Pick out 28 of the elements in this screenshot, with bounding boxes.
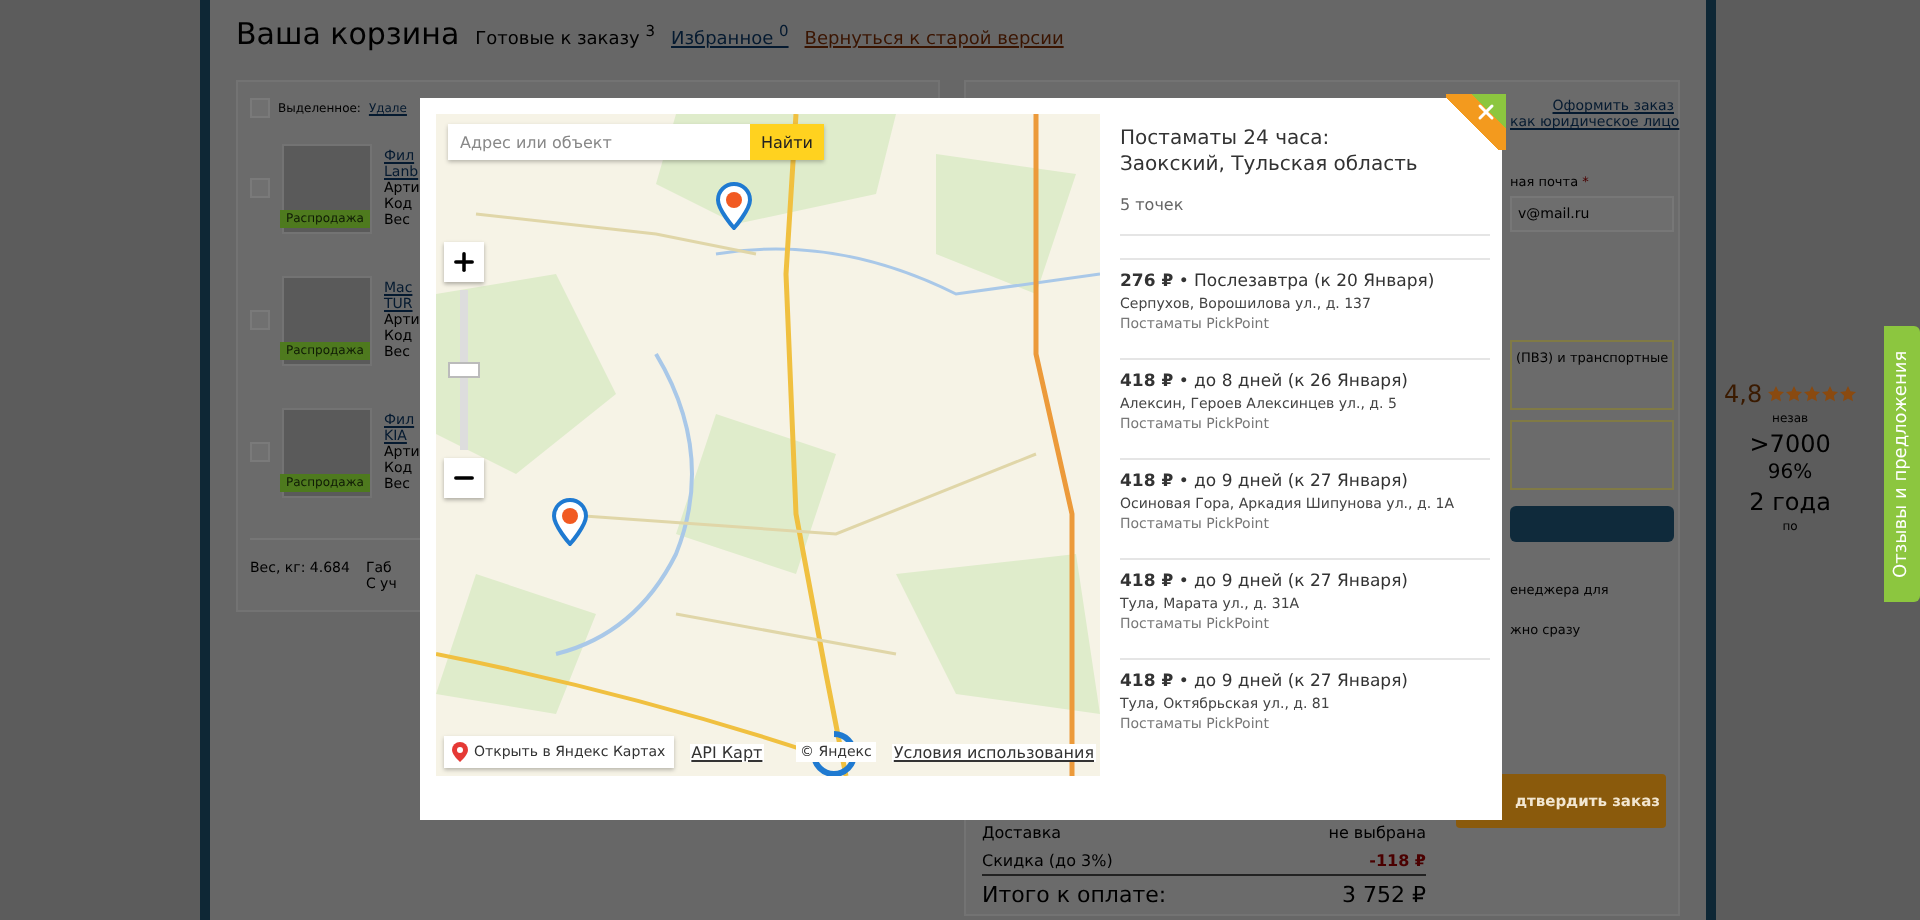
summary-value: -118 ₽ bbox=[1369, 851, 1426, 869]
points-count: 5 точек bbox=[1120, 196, 1490, 236]
zoom-in-button[interactable] bbox=[444, 242, 484, 282]
cart-tab[interactable]: Избранное $^{0}$ bbox=[671, 22, 789, 50]
feedback-tab[interactable]: Отзывы и предложения bbox=[1884, 326, 1920, 602]
map-pin-icon[interactable] bbox=[552, 498, 588, 546]
pin-icon bbox=[452, 742, 468, 762]
summary-label: Скидка (до 3%) bbox=[982, 851, 1113, 869]
summary-label: Доставка bbox=[982, 823, 1062, 841]
map-pin-icon[interactable] bbox=[716, 182, 752, 230]
summary-value: не выбрана bbox=[1328, 823, 1426, 841]
summary-label: Итого к оплате: bbox=[982, 882, 1167, 908]
zoom-out-button[interactable] bbox=[444, 458, 484, 498]
zoom-slider-thumb[interactable] bbox=[448, 362, 480, 378]
delivery-option[interactable] bbox=[1510, 420, 1674, 490]
percent-text: 96% bbox=[1767, 462, 1813, 484]
address-search-field[interactable]: Адрес или объект bbox=[448, 124, 750, 160]
cart-tab[interactable]: Готовые к заказу $^{3}$ bbox=[475, 22, 656, 50]
page-title: Ваша корзина bbox=[236, 16, 460, 52]
plus-icon bbox=[450, 248, 478, 276]
close-icon bbox=[1474, 100, 1498, 124]
years-text: 2 года bbox=[1749, 488, 1831, 516]
old-version-link[interactable]: Вернуться к старой версии bbox=[804, 30, 1064, 50]
reviews-count: >7000 bbox=[1749, 430, 1831, 458]
dialog-title: Постаматы 24 часа: Заокский, Тульская область bbox=[1120, 126, 1420, 178]
find-button[interactable]: Найти bbox=[750, 124, 824, 160]
rating-score: 4,8 bbox=[1724, 380, 1763, 408]
summary-value: 3 752 ₽ bbox=[1342, 882, 1426, 908]
